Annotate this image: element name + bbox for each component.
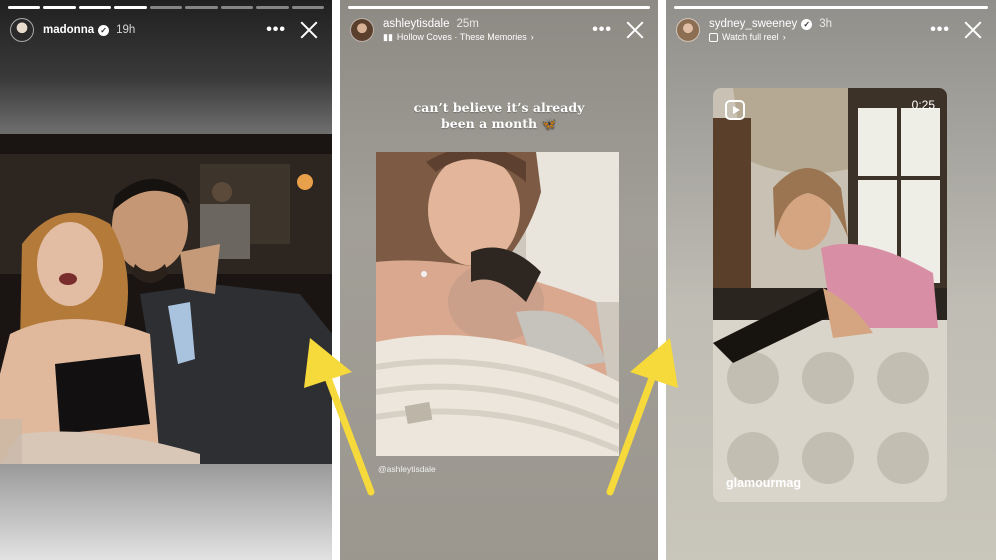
story-ashleytisdale[interactable]: ashleytisdale 25m ▮▮ Hollow Coves · Thes… xyxy=(340,0,658,560)
progress-segment xyxy=(43,6,76,9)
timestamp: 25m xyxy=(456,17,479,30)
verified-badge-icon: ✓ xyxy=(801,18,813,30)
story-sydney-sweeney[interactable]: sydney_sweeney ✓ 3h Watch full reel › ••… xyxy=(666,0,996,560)
avatar[interactable] xyxy=(676,18,700,42)
avatar[interactable] xyxy=(10,18,34,42)
reel-duration: 0:25 xyxy=(911,98,935,112)
header-name-row: sydney_sweeney ✓ 3h xyxy=(709,18,832,30)
avatar[interactable] xyxy=(350,18,374,42)
story-progress-bar xyxy=(8,6,324,9)
story-photo xyxy=(0,134,332,464)
caption-line: can’t believe it’s already xyxy=(413,100,585,115)
username[interactable]: madonna xyxy=(43,24,94,36)
username[interactable]: ashleytisdale xyxy=(383,18,449,30)
music-icon: ▮▮ xyxy=(383,31,393,42)
verified-badge-icon: ✓ xyxy=(98,24,110,36)
progress-segment xyxy=(8,6,41,9)
caption-line: been a month 🦋 xyxy=(441,116,557,131)
watch-reel-label: Watch full reel xyxy=(722,32,779,42)
story-header: ashleytisdale 25m ▮▮ Hollow Coves · Thes… xyxy=(350,14,648,46)
progress-segment xyxy=(185,6,218,9)
reel-preview[interactable]: 0:25 glamourmag xyxy=(713,88,947,502)
photo-image xyxy=(0,134,332,464)
close-icon[interactable] xyxy=(300,21,318,39)
close-icon[interactable] xyxy=(964,21,982,39)
story-caption: can’t believe it’s already been a month … xyxy=(340,100,658,132)
story-photo xyxy=(376,152,619,456)
watch-full-reel-link[interactable]: Watch full reel › xyxy=(709,32,832,42)
story-header: sydney_sweeney ✓ 3h Watch full reel › ••… xyxy=(676,14,986,46)
progress-segment xyxy=(674,6,988,9)
header-text: ashleytisdale 25m ▮▮ Hollow Coves · Thes… xyxy=(383,18,534,43)
header-text: sydney_sweeney ✓ 3h Watch full reel › xyxy=(709,18,832,42)
mention-tag[interactable]: @ashleytisdale xyxy=(378,464,436,474)
story-progress-bar xyxy=(348,6,650,9)
chevron-right-icon: › xyxy=(782,32,786,42)
more-dots-icon[interactable]: ••• xyxy=(930,21,950,39)
reel-username[interactable]: glamourmag xyxy=(726,476,801,490)
chevron-right-icon: › xyxy=(530,32,534,42)
progress-segment xyxy=(220,6,254,9)
progress-segment xyxy=(149,6,183,9)
more-dots-icon[interactable]: ••• xyxy=(592,21,612,39)
story-header: madonna ✓ 19h ••• xyxy=(10,14,322,46)
photo-image xyxy=(376,152,619,456)
reel-image xyxy=(713,88,947,502)
progress-segment xyxy=(256,6,289,9)
more-dots-icon[interactable]: ••• xyxy=(266,21,286,39)
music-label: Hollow Coves · These Memories xyxy=(396,32,527,42)
close-icon[interactable] xyxy=(626,21,644,39)
screenshot-collage: madonna ✓ 19h ••• ashleytisdale 25m ▮▮ H… xyxy=(0,0,996,560)
progress-segment xyxy=(291,6,324,9)
story-progress-bar xyxy=(674,6,988,9)
progress-segment xyxy=(78,6,112,9)
progress-segment xyxy=(114,6,147,9)
reel-icon xyxy=(725,100,745,120)
timestamp: 19h xyxy=(116,24,136,36)
reel-icon xyxy=(709,32,718,42)
timestamp: 3h xyxy=(819,18,833,30)
username[interactable]: sydney_sweeney xyxy=(709,18,797,30)
progress-segment xyxy=(348,6,650,9)
story-madonna[interactable]: madonna ✓ 19h ••• xyxy=(0,0,332,560)
music-attribution[interactable]: ▮▮ Hollow Coves · These Memories › xyxy=(383,32,534,43)
header-name-row: ashleytisdale 25m xyxy=(383,18,534,30)
